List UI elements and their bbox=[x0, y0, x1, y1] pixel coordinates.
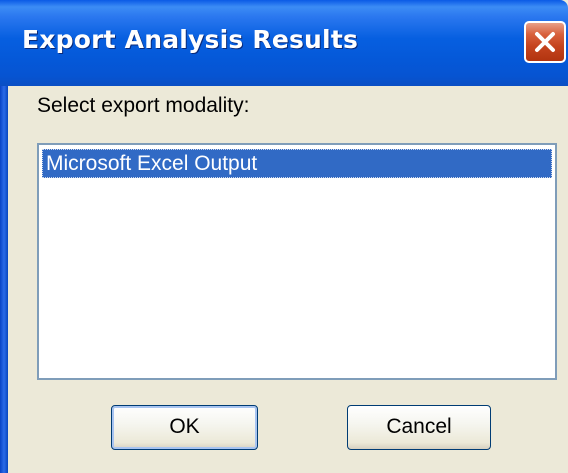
list-item-microsoft-excel-output[interactable]: Microsoft Excel Output bbox=[42, 149, 552, 178]
window-frame-left bbox=[0, 86, 8, 473]
close-x-icon bbox=[535, 32, 555, 52]
window-title: Export Analysis Results bbox=[22, 25, 359, 54]
export-modality-label: Select export modality: bbox=[37, 94, 250, 117]
close-button[interactable] bbox=[524, 21, 566, 63]
export-modality-listbox[interactable]: Microsoft Excel Output bbox=[37, 143, 557, 380]
export-dialog-window: Export Analysis Results Select export mo… bbox=[0, 0, 568, 473]
cancel-button[interactable]: Cancel bbox=[347, 405, 491, 450]
title-bar[interactable]: Export Analysis Results bbox=[0, 0, 568, 86]
ok-button[interactable]: OK bbox=[111, 405, 258, 450]
